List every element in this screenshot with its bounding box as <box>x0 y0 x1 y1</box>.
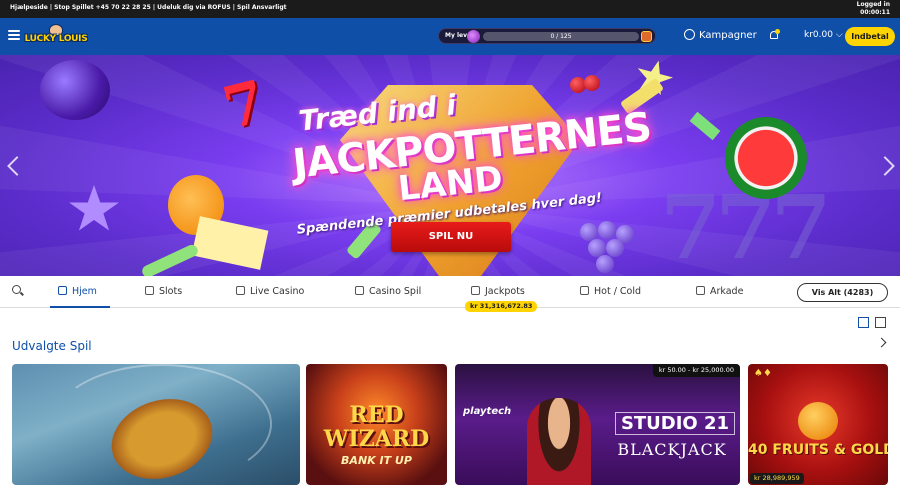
tab-arkade[interactable]: Arkade <box>696 276 743 308</box>
chevron-down-icon: ⌵ <box>835 30 843 40</box>
game-title-line1: RED <box>349 402 404 428</box>
tab-label: Hot / Cold <box>594 286 642 297</box>
tab-live-casino[interactable]: Live Casino <box>236 276 304 308</box>
game-tile-studio-21-blackjack[interactable]: kr 50.00 - kr 25,000.00 playtech STUDIO … <box>455 364 740 485</box>
level-count: 0 / 125 <box>550 33 572 40</box>
balance-value: kr0.00 <box>804 30 833 40</box>
casino-games-icon <box>355 286 364 295</box>
tab-casino-spil[interactable]: Casino Spil <box>355 276 421 308</box>
hero-banner[interactable]: 7 777 Træd ind i JACKPOTTERNES LAND Spæn… <box>0 55 900 276</box>
main-header: LUCKY LOUIS My level 0 / 125 Kampagner k… <box>0 18 900 55</box>
grid-small-view-icon[interactable] <box>875 317 886 328</box>
jackpot-total-badge: kr 31,316,672.83 <box>465 301 538 312</box>
live-dealer-image <box>527 398 591 485</box>
category-nav: Hjem Slots Live Casino Casino Spil Jackp… <box>0 276 900 308</box>
deposit-button[interactable]: Indbetal <box>845 27 895 46</box>
tab-hot-cold[interactable]: Hot / Cold <box>580 276 641 308</box>
tab-label: Casino Spil <box>369 286 422 297</box>
carousel-next-arrow-icon[interactable] <box>880 153 894 179</box>
orange-icon <box>798 402 838 440</box>
provider-logo: playtech <box>463 406 512 417</box>
card-suits-icon: ♠♦ <box>754 368 772 379</box>
live-dealer-icon <box>236 286 245 295</box>
login-status: Logged in <box>856 1 890 8</box>
tab-label: Slots <box>159 286 183 297</box>
grid-large-view-icon[interactable] <box>858 317 869 328</box>
game-title-line2: BLACKJACK <box>617 440 727 459</box>
chevron-right-icon[interactable] <box>878 336 888 348</box>
tab-label: Hjem <box>72 286 97 297</box>
responsible-gaming-links[interactable]: Hjælpeside | Stop Spillet +45 70 22 28 2… <box>10 4 287 11</box>
gem-icon <box>467 30 480 43</box>
section-title: Udvalgte Spil <box>12 339 92 353</box>
tab-hjem[interactable]: Hjem <box>50 276 110 308</box>
game-title-line2: WIZARD <box>323 426 430 452</box>
plum-icon <box>40 60 110 120</box>
game-tile-red-wizard[interactable]: RED WIZARD BANK IT UP <box>306 364 447 485</box>
game-title: 40 FRUITS & GOLD <box>748 442 888 458</box>
treasure-chest-icon <box>641 31 652 42</box>
site-logo[interactable]: LUCKY LOUIS <box>24 24 88 50</box>
game-tile-fishing[interactable] <box>12 364 300 485</box>
slots-icon <box>145 286 154 295</box>
notification-bell-icon[interactable] <box>768 29 780 42</box>
kampagner-link[interactable]: Kampagner <box>684 29 757 41</box>
session-status: Logged in 00:00:11 <box>857 1 890 17</box>
kampagner-label: Kampagner <box>699 30 757 41</box>
carousel-prev-arrow-icon[interactable] <box>6 153 20 179</box>
game-title-line3: BANK IT UP <box>341 454 412 467</box>
grapes-icon <box>572 219 642 276</box>
top-info-bar: Hjælpeside | Stop Spillet +45 70 22 28 2… <box>0 0 900 18</box>
tab-slots[interactable]: Slots <box>145 276 182 308</box>
session-timer: 00:00:11 <box>860 9 890 16</box>
game-tile-40-fruits-gold[interactable]: ♠♦ 40 FRUITS & GOLD kr 28,989,959 <box>748 364 888 485</box>
arcade-icon <box>696 286 705 295</box>
search-icon[interactable] <box>12 285 24 297</box>
game-title-line1: STUDIO 21 <box>615 412 735 435</box>
home-icon <box>58 286 67 295</box>
jackpot-icon <box>471 286 480 295</box>
tab-label: Live Casino <box>250 286 305 297</box>
play-now-button[interactable]: SPIL NU <box>391 222 511 252</box>
tab-label: Jackpots <box>485 286 525 297</box>
tab-label: Arkade <box>710 286 744 297</box>
view-all-button[interactable]: Vis Alt (4283) <box>797 283 888 302</box>
bet-range-badge: kr 50.00 - kr 25,000.00 <box>652 364 740 377</box>
view-toggle <box>858 317 888 329</box>
level-progress-bar[interactable]: My level 0 / 125 <box>438 28 656 44</box>
campaign-icon <box>684 29 695 40</box>
hot-cold-icon <box>580 286 589 295</box>
hamburger-menu-icon[interactable] <box>8 30 20 40</box>
watermelon-icon <box>725 117 807 199</box>
balance-dropdown[interactable]: kr0.00 ⌵ <box>804 30 843 40</box>
game-jackpot-badge: kr 28,989,959 <box>750 473 804 484</box>
logo-text: LUCKY LOUIS <box>24 34 88 44</box>
